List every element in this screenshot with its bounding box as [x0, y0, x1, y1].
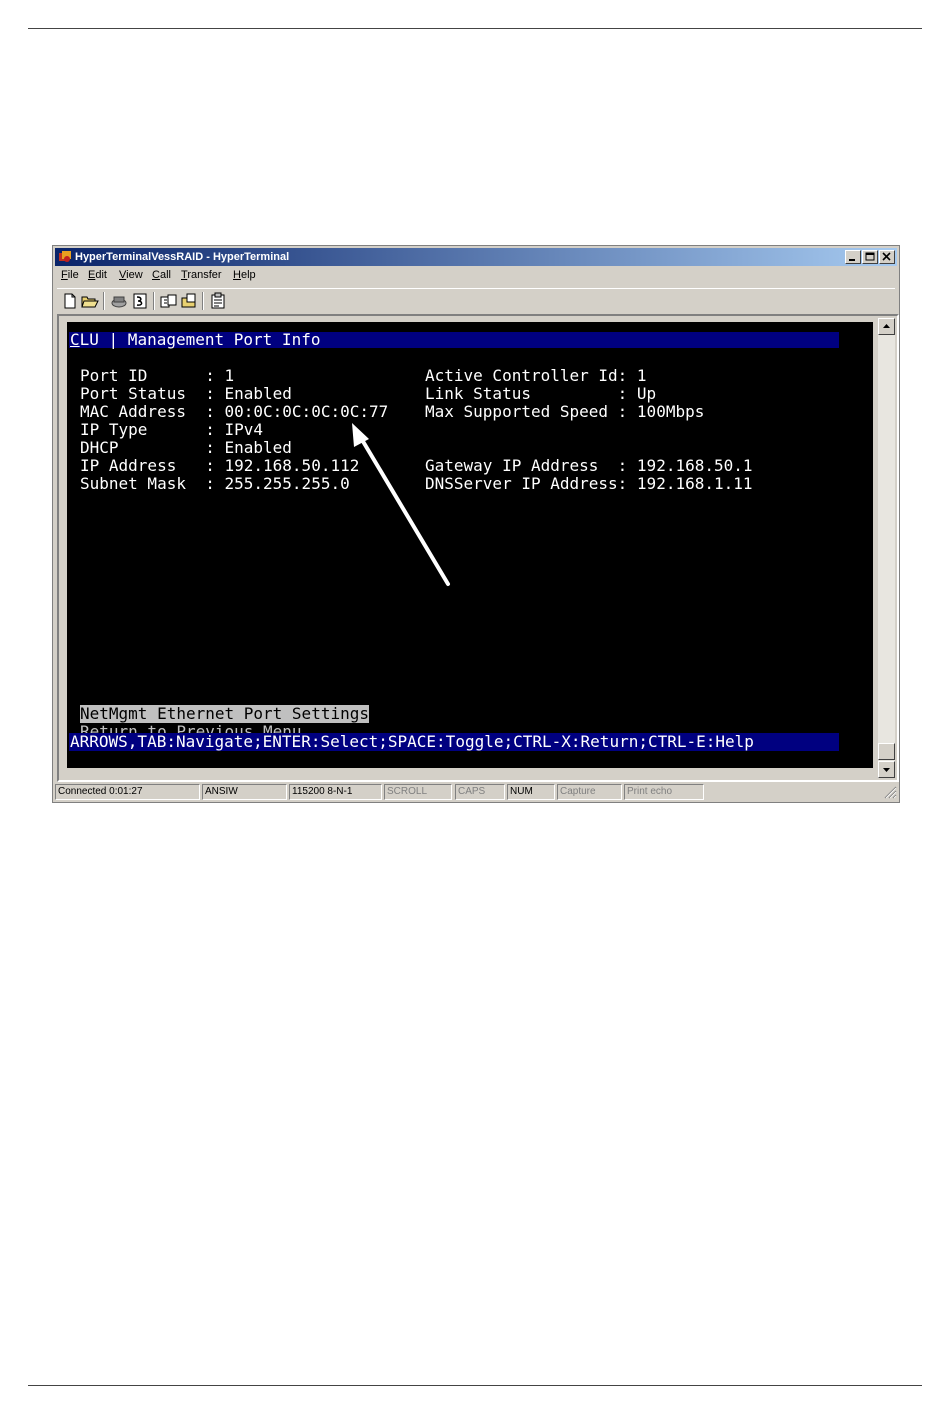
status-scroll: SCROLL: [384, 784, 452, 800]
page-top-rule: [28, 28, 922, 29]
new-icon[interactable]: [60, 291, 80, 311]
menu-file-label: ile: [67, 269, 79, 281]
status-print-echo: Print echo: [624, 784, 704, 800]
status-connected-time: Connected 0:01:27: [55, 784, 200, 800]
terminal-frame: CLU | Management Port Info Port ID : 1 A…: [57, 314, 899, 782]
disconnect-icon[interactable]: [130, 291, 150, 311]
menu-call-label: all: [159, 269, 171, 281]
scrollbar-thumb[interactable]: [878, 743, 895, 760]
menu-help-accesskey: H: [233, 269, 241, 281]
properties-icon[interactable]: [208, 291, 228, 311]
resize-grip-icon[interactable]: [883, 785, 897, 799]
call-icon[interactable]: [109, 291, 129, 311]
page-bottom-rule: [28, 1385, 922, 1386]
terminal-screen[interactable]: CLU | Management Port Info Port ID : 1 A…: [67, 322, 873, 768]
menu-file-accesskey: F: [61, 269, 68, 281]
vertical-scrollbar[interactable]: [878, 318, 895, 778]
annotation-arrow: [352, 423, 450, 586]
open-icon[interactable]: [80, 291, 100, 311]
hyperterminal-app-icon: [59, 251, 71, 262]
maximize-button[interactable]: [862, 250, 878, 264]
status-num: NUM: [507, 784, 555, 800]
menu-file[interactable]: File: [61, 269, 79, 281]
hyperterminal-window: HyperTerminalVessRAID - HyperTerminal Fi…: [52, 245, 900, 803]
maximize-icon: [865, 252, 875, 261]
minimize-button[interactable]: [845, 250, 861, 264]
toolbar-separator: [103, 292, 105, 310]
status-bar: Connected 0:01:27 ANSIW 115200 8-N-1 SCR…: [55, 783, 897, 801]
menu-call[interactable]: Call: [152, 269, 171, 281]
minimize-icon: [849, 259, 855, 261]
scroll-down-icon: [883, 768, 890, 772]
screen-footer-help: ARROWS,TAB:Navigate;ENTER:Select;SPACE:T…: [70, 732, 754, 751]
menu-edit-label: dit: [95, 269, 107, 281]
menu-help-label: elp: [240, 269, 256, 281]
scroll-up-button[interactable]: [878, 318, 895, 335]
menu-call-accesskey: C: [152, 269, 160, 281]
menu-edit[interactable]: Edit: [88, 269, 107, 281]
window-title: HyperTerminalVessRAID - HyperTerminal: [75, 251, 290, 263]
toolbar: [57, 288, 895, 313]
toolbar-separator: [202, 292, 204, 310]
scroll-down-button[interactable]: [878, 761, 895, 778]
close-icon: [882, 252, 891, 261]
scroll-up-icon: [883, 324, 890, 328]
menu-bar: File Edit View Call Transfer Help: [57, 268, 895, 286]
close-button[interactable]: [879, 250, 895, 264]
title-bar[interactable]: HyperTerminalVessRAID - HyperTerminal: [55, 248, 897, 266]
menu-transfer[interactable]: Transfer: [181, 269, 222, 281]
toolbar-separator: [153, 292, 155, 310]
menu-item-netmgmt-settings[interactable]: NetMgmt Ethernet Port Settings: [80, 705, 369, 723]
status-caps: CAPS: [455, 784, 505, 800]
annotation-arrow-shaft: [356, 431, 450, 586]
menu-view[interactable]: View: [119, 269, 143, 281]
menu-help[interactable]: Help: [233, 269, 256, 281]
status-port-settings: 115200 8-N-1: [289, 784, 382, 800]
menu-view-label: iew: [126, 269, 143, 281]
receive-icon[interactable]: [179, 291, 199, 311]
status-emulation: ANSIW: [202, 784, 287, 800]
menu-transfer-label: ransfer: [187, 269, 222, 281]
send-icon[interactable]: [159, 291, 179, 311]
status-capture: Capture: [557, 784, 622, 800]
